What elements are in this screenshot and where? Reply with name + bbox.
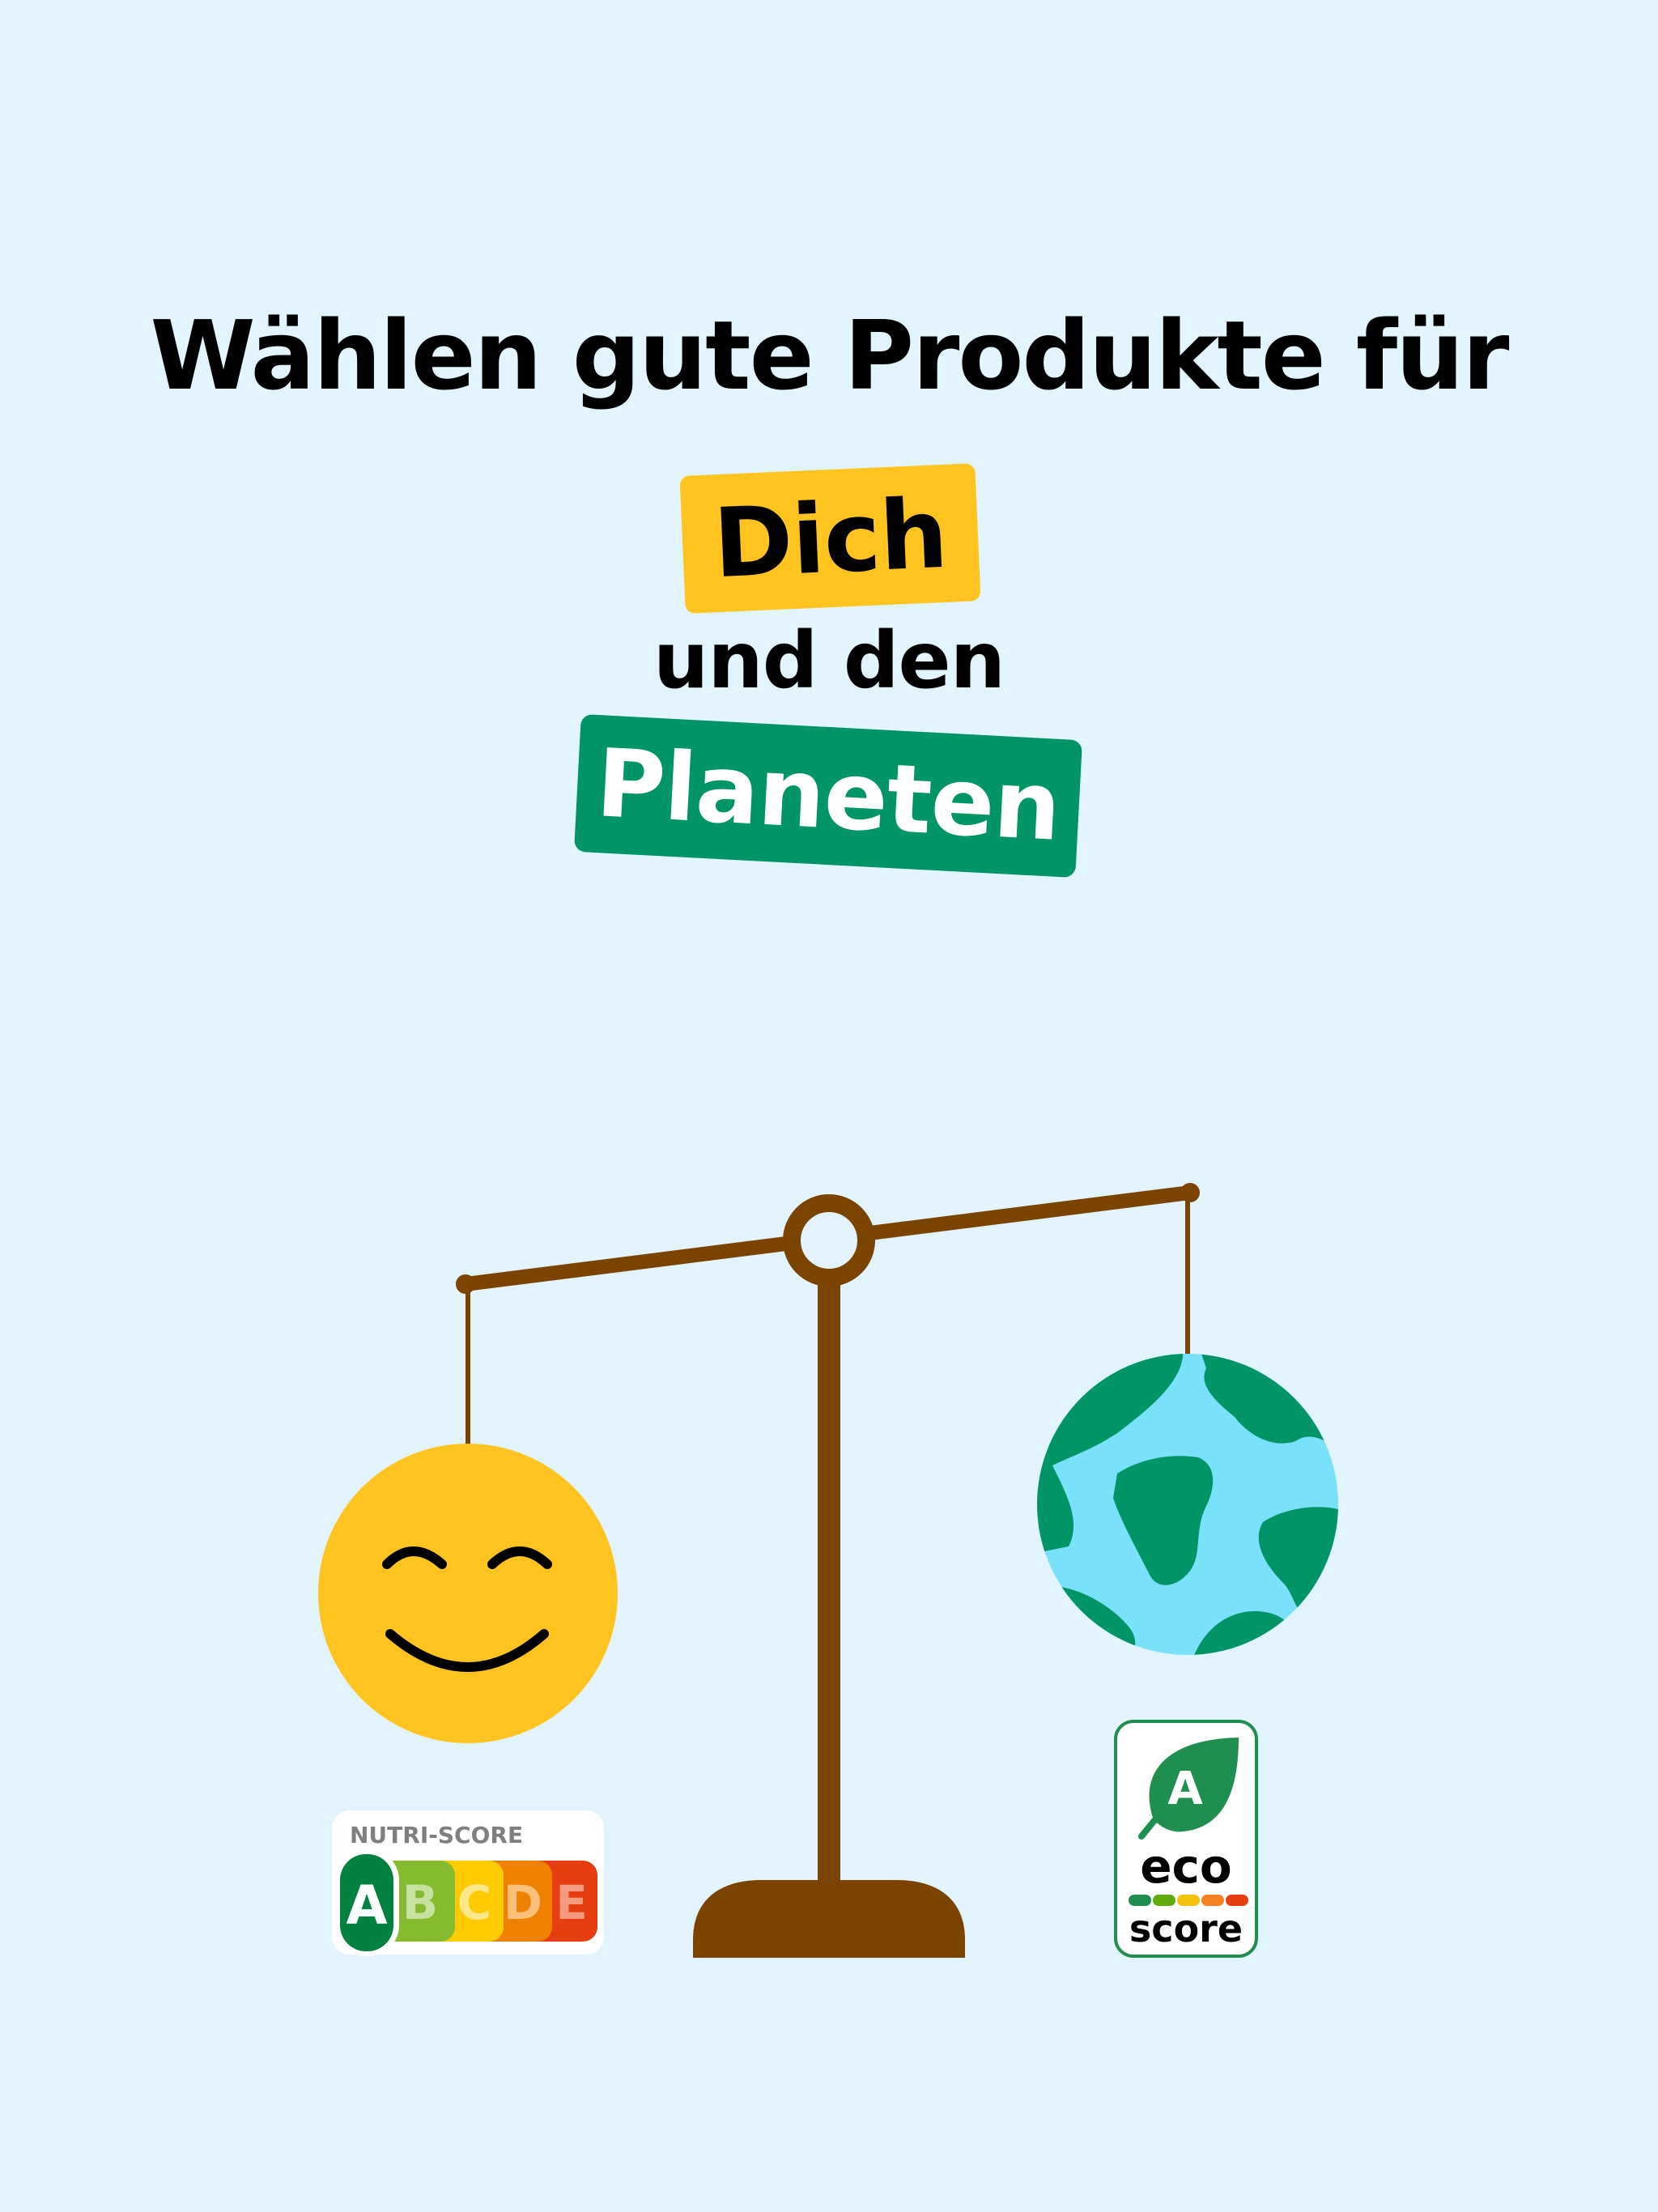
balance-illustration: NUTRI-SCORE B C D E A A eco score <box>318 1183 1338 1958</box>
nutri-grade-c: C <box>457 1875 492 1930</box>
nutri-grade-b: B <box>402 1875 438 1930</box>
earth-globe-icon <box>1037 1354 1338 1655</box>
nutri-grade-d: D <box>504 1875 542 1930</box>
nutri-score-title: NUTRI-SCORE <box>350 1822 523 1848</box>
eco-score-word-eco: eco <box>1140 1839 1232 1894</box>
nutri-score-badge: NUTRI-SCORE B C D E A <box>332 1810 604 1956</box>
eco-score-grade: A <box>1167 1763 1203 1815</box>
nutri-grade-a-selected: A <box>346 1874 387 1937</box>
smiley-face-icon <box>318 1444 618 1743</box>
eco-score-badge: A eco score <box>1114 1720 1258 1958</box>
nutri-grade-e: E <box>555 1875 588 1930</box>
eco-score-word-score: score <box>1129 1907 1243 1950</box>
